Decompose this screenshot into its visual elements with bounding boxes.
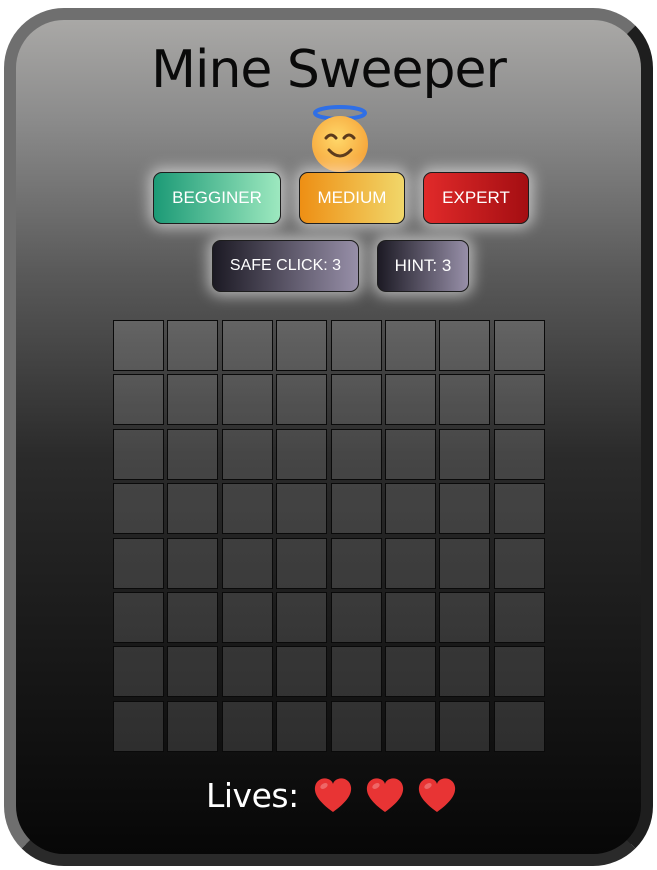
board-cell[interactable]	[439, 428, 491, 480]
board-cell[interactable]	[167, 428, 219, 480]
lives-display: Lives:	[206, 770, 469, 820]
hearts-container	[313, 776, 469, 814]
board-cell[interactable]	[167, 700, 219, 752]
board-cell[interactable]	[221, 537, 273, 589]
lives-label: Lives:	[206, 775, 299, 815]
board-cell[interactable]	[276, 700, 328, 752]
board-cell[interactable]	[493, 483, 545, 535]
board-cell[interactable]	[221, 700, 273, 752]
board-cell[interactable]	[276, 428, 328, 480]
game-title: Mine Sweeper	[151, 40, 507, 100]
beginner-button[interactable]: BEGGINER	[153, 172, 281, 224]
medium-button[interactable]: MEDIUM	[299, 172, 405, 224]
smiling-face-with-halo-icon[interactable]	[309, 104, 371, 174]
board-cell[interactable]	[384, 537, 436, 589]
hint-button[interactable]: HINT: 3	[377, 240, 469, 292]
heart-icon	[417, 776, 457, 814]
board-cell[interactable]	[439, 537, 491, 589]
board-cell[interactable]	[276, 374, 328, 426]
board-cell[interactable]	[113, 374, 164, 426]
board-cell[interactable]	[330, 428, 382, 480]
board-cell[interactable]	[330, 320, 382, 371]
board-cell[interactable]	[221, 374, 273, 426]
heart-icon	[365, 776, 405, 814]
board-cell[interactable]	[167, 483, 219, 535]
board-cell[interactable]	[439, 320, 491, 371]
board-cell[interactable]	[167, 320, 219, 371]
board-cell[interactable]	[439, 591, 491, 643]
board-cell[interactable]	[167, 374, 219, 426]
board-cell[interactable]	[113, 591, 164, 643]
board-cell[interactable]	[439, 646, 491, 698]
board-cell[interactable]	[384, 483, 436, 535]
expert-button[interactable]: EXPERT	[423, 172, 529, 224]
board-cell[interactable]	[167, 646, 219, 698]
board-cell[interactable]	[330, 374, 382, 426]
board-cell[interactable]	[113, 537, 164, 589]
board-cell[interactable]	[167, 591, 219, 643]
board-cell[interactable]	[167, 537, 219, 589]
board-cell[interactable]	[113, 428, 164, 480]
board-cell[interactable]	[276, 537, 328, 589]
board-cell[interactable]	[276, 591, 328, 643]
board-cell[interactable]	[330, 537, 382, 589]
board-cell[interactable]	[276, 483, 328, 535]
board-cell[interactable]	[439, 700, 491, 752]
board-cell[interactable]	[439, 483, 491, 535]
board-cell[interactable]	[221, 320, 273, 371]
board-cell[interactable]	[113, 320, 164, 371]
board-cell[interactable]	[493, 591, 545, 643]
board-cell[interactable]	[221, 646, 273, 698]
board-cell[interactable]	[493, 320, 545, 371]
board-cell[interactable]	[330, 591, 382, 643]
board-cell[interactable]	[113, 646, 164, 698]
board-cell[interactable]	[493, 646, 545, 698]
heart-icon	[313, 776, 353, 814]
safe-click-button[interactable]: SAFE CLICK: 3	[212, 240, 359, 292]
board-cell[interactable]	[384, 428, 436, 480]
board-cell[interactable]	[221, 483, 273, 535]
game-frame: Mine Sweeper BEGGINER MEDIUM EXPERT SAFE…	[4, 8, 653, 866]
board-cell[interactable]	[113, 700, 164, 752]
board-cell[interactable]	[113, 483, 164, 535]
board-cell[interactable]	[384, 646, 436, 698]
board-cell[interactable]	[276, 320, 328, 371]
board-cell[interactable]	[493, 374, 545, 426]
game-board	[113, 320, 545, 752]
board-cell[interactable]	[330, 700, 382, 752]
board-cell[interactable]	[330, 483, 382, 535]
board-cell[interactable]	[330, 646, 382, 698]
board-cell[interactable]	[276, 646, 328, 698]
board-cell[interactable]	[221, 428, 273, 480]
board-cell[interactable]	[439, 374, 491, 426]
board-cell[interactable]	[384, 700, 436, 752]
board-cell[interactable]	[384, 320, 436, 371]
board-cell[interactable]	[493, 700, 545, 752]
board-cell[interactable]	[493, 537, 545, 589]
board-cell[interactable]	[384, 591, 436, 643]
board-cell[interactable]	[493, 428, 545, 480]
board-cell[interactable]	[384, 374, 436, 426]
board-cell[interactable]	[221, 591, 273, 643]
